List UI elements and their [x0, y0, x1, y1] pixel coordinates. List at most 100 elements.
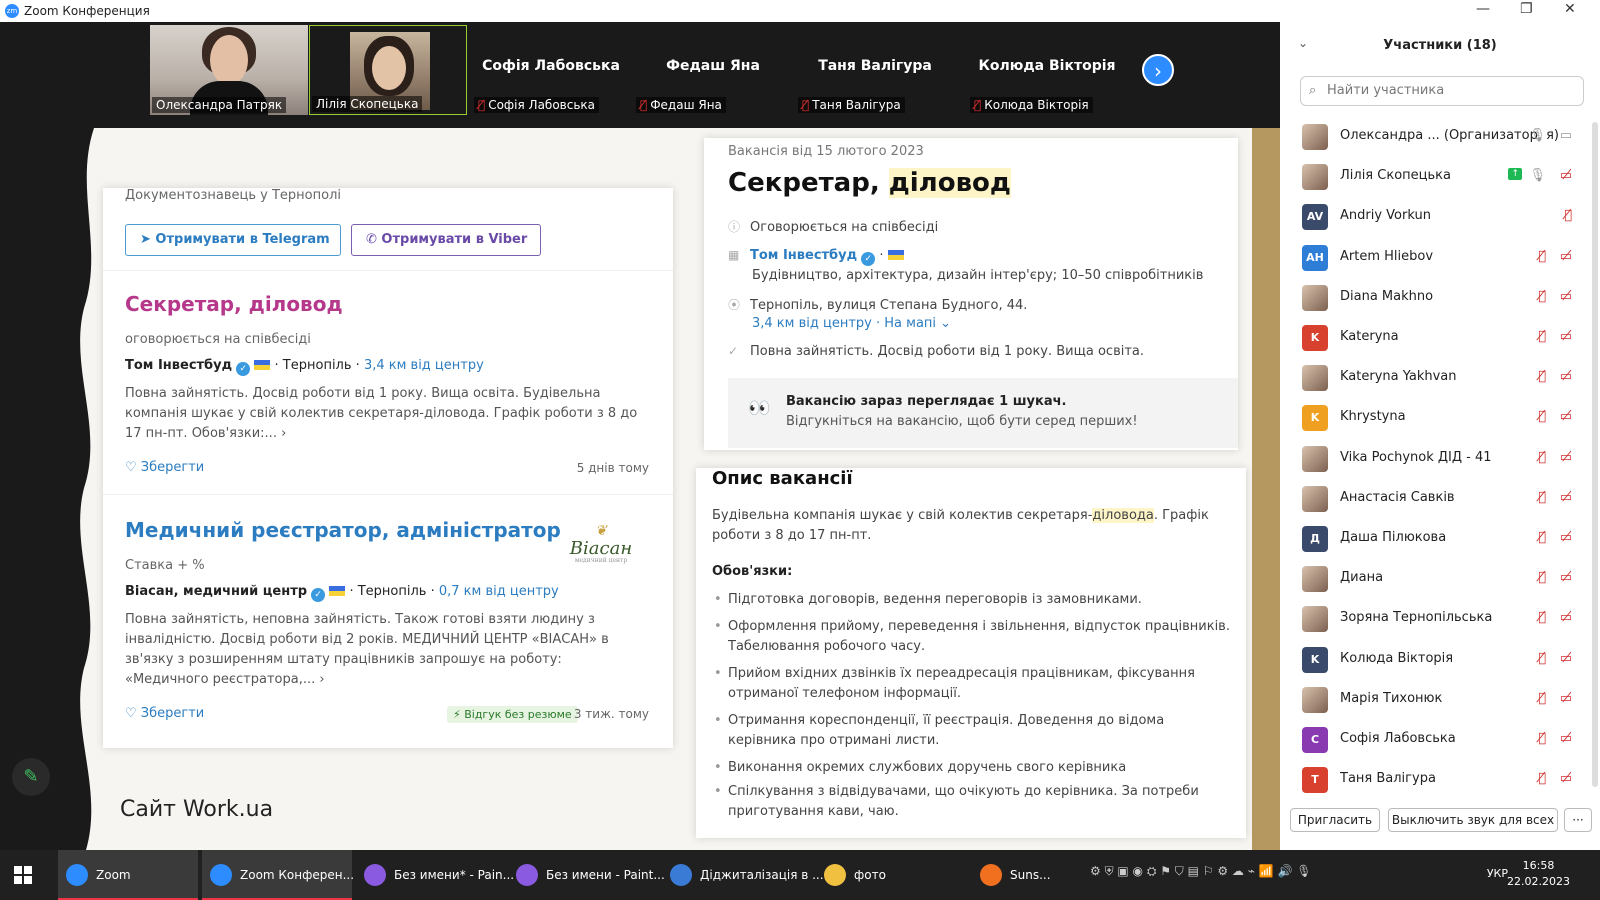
mic-off-icon[interactable]: 🎙̸ [1538, 570, 1546, 585]
participant-row[interactable]: K Kateryna ▭̸ 🎙̸ [1280, 317, 1600, 357]
participant-row[interactable]: C Софія Лабовська ▭̸ 🎙̸ [1280, 719, 1600, 759]
ua-flag-icon [887, 250, 904, 260]
mic-off-icon[interactable]: 🎙̸ [1538, 530, 1546, 545]
clock[interactable]: 16:58 22.02.2023 [1507, 858, 1570, 890]
participant-search-input[interactable]: ⌕ Найти участника [1300, 76, 1584, 106]
description-text: Будівельна компанія шукає у свій колекти… [712, 508, 1209, 543]
telegram-button[interactable]: ➤ Отримувати в Telegram [125, 224, 341, 256]
taskbar-app[interactable]: Без имени* - Pain... [356, 850, 514, 900]
camera-off-icon[interactable]: ▭̸ [1560, 731, 1572, 746]
participant-row[interactable]: AV Andriy Vorkun 🎙̸ [1280, 196, 1600, 236]
distance-row[interactable]: 3,4 км від центру · На мапі ⌄ [752, 316, 951, 331]
minimize-icon[interactable]: — [1476, 1, 1490, 17]
mic-off-icon[interactable]: 🎙̸ [1538, 771, 1546, 786]
mic-off-icon[interactable]: 🎙̸ [1538, 651, 1546, 666]
heart-icon: ♡ [125, 706, 141, 721]
participant-row[interactable]: Зоряна Тернопільська ▭̸ 🎙̸ [1280, 598, 1600, 638]
mic-off-icon[interactable]: 🎙̸ [1538, 329, 1546, 344]
participant-name: Таня Валігура [1340, 771, 1436, 787]
camera-off-icon[interactable]: ▭̸ [1560, 329, 1572, 344]
mic-off-icon[interactable]: 🎙̸ [1538, 731, 1546, 746]
camera-off-icon[interactable]: ▭̸ [1560, 691, 1572, 706]
mic-off-icon[interactable]: 🎙̸ [1538, 450, 1546, 465]
company-info: Будівництво, архітектура, дизайн інтер'є… [752, 268, 1204, 283]
participant-row[interactable]: Анастасія Савків ▭̸ 🎙̸ [1280, 478, 1600, 518]
participant-row[interactable]: Kateryna Yakhvan ▭̸ 🎙̸ [1280, 357, 1600, 397]
camera-off-icon[interactable]: ▭̸ [1560, 409, 1572, 424]
mic-off-icon[interactable]: 🎙̸ [1564, 208, 1572, 223]
video-tile[interactable]: Софія Лабовська 🎙̸ Софія Лабовська [472, 25, 630, 115]
windows-start-icon[interactable] [14, 866, 32, 884]
camera-icon[interactable]: ▭ [1560, 128, 1572, 143]
save-button[interactable]: ♡ Зберегти [125, 460, 204, 475]
participant-row[interactable]: Диана ▭̸ 🎙̸ [1280, 558, 1600, 598]
mute-all-button[interactable]: Выключить звук для всех [1388, 808, 1558, 832]
participant-row[interactable]: Марія Тихонюк ▭̸ 🎙̸ [1280, 679, 1600, 719]
taskbar-app[interactable]: Zoom Конферен... [202, 850, 354, 900]
video-tile-active[interactable]: Лілія Скопецька [309, 25, 467, 115]
tile-big-name: Софія Лабовська [482, 58, 620, 74]
annotate-pencil-button[interactable]: ✎ [12, 758, 50, 796]
vacancy-title: Секретар, діловод [728, 168, 1011, 198]
video-tile[interactable]: Таня Валігура 🎙̸ Таня Валігура [796, 25, 954, 115]
camera-off-icon[interactable]: ▭̸ [1560, 570, 1572, 585]
mic-off-icon[interactable]: 🎙̸ [1538, 490, 1546, 505]
mic-off-icon[interactable]: 🎙̸ [1538, 369, 1546, 384]
save-button[interactable]: ♡ Зберегти [125, 706, 204, 721]
participant-name: Зоряна Тернопільська [1340, 610, 1493, 626]
camera-off-icon[interactable]: ▭̸ [1560, 450, 1572, 465]
scrollbar[interactable] [1592, 122, 1598, 787]
video-tile[interactable]: Федаш Яна 🎙̸ Федаш Яна [634, 25, 792, 115]
job-salary: оговорюється на співбесіді [125, 332, 311, 347]
participant-row[interactable]: Diana Makhno ▭̸ 🎙̸ [1280, 277, 1600, 317]
tile-big-name: Федаш Яна [666, 58, 760, 74]
taskbar-app[interactable]: фото [816, 850, 966, 900]
close-icon[interactable]: ✕ [1564, 1, 1576, 17]
participant-row[interactable]: K Колюда Вікторія ▭̸ 🎙̸ [1280, 639, 1600, 679]
camera-off-icon[interactable]: ▭̸ [1560, 771, 1572, 786]
taskbar-app[interactable]: Без имени - Paint... [508, 850, 665, 900]
participant-row[interactable]: Олександра ... (Организатор, я) ▭ 🎙 [1280, 116, 1600, 156]
job-title-link[interactable]: Медичний реєстратор, адміністратор [125, 518, 561, 542]
camera-off-icon[interactable]: ▭̸ [1560, 651, 1572, 666]
list-item: Прийом вхідних дзвінків їх переадресація… [712, 664, 1232, 704]
mic-off-icon[interactable]: 🎙̸ [1538, 691, 1546, 706]
mic-icon[interactable]: 🎙 [1529, 168, 1546, 183]
viewers-notice: 👀 Вакансію зараз переглядає 1 шукач. Від… [728, 378, 1238, 448]
camera-off-icon[interactable]: ▭̸ [1560, 610, 1572, 625]
building-icon: ▦ [728, 248, 740, 262]
mic-off-icon[interactable]: 🎙̸ [1538, 610, 1546, 625]
mic-icon[interactable]: 🎙 [1529, 128, 1546, 143]
camera-off-icon[interactable]: ▭̸ [1560, 369, 1572, 384]
video-tile[interactable]: Олександра Патряк [150, 25, 308, 115]
avatar: C [1302, 727, 1328, 753]
restore-icon[interactable]: ❐ [1520, 1, 1533, 17]
participant-row[interactable]: Д Даша Пілюкова ▭̸ 🎙̸ [1280, 518, 1600, 558]
next-page-button[interactable]: › [1142, 54, 1174, 86]
camera-off-icon[interactable]: ▭̸ [1560, 490, 1572, 505]
camera-off-icon[interactable]: ▭̸ [1560, 289, 1572, 304]
video-tile[interactable]: Колюда Вікторія 🎙̸ Колюда Вікторія [968, 25, 1126, 115]
participant-row[interactable]: Лілія Скопецька ▭̸ 🎙 ↑ [1280, 156, 1600, 196]
app-icon [516, 864, 538, 886]
invite-button[interactable]: Пригласить [1290, 808, 1380, 832]
zoom-logo-icon: zm [5, 4, 19, 18]
taskbar-app[interactable]: Діджиталізація в ... [662, 850, 824, 900]
taskbar-app[interactable]: Zoom [58, 850, 198, 900]
camera-off-icon[interactable]: ▭̸ [1560, 530, 1572, 545]
participant-row[interactable]: AH Artem Hliebov ▭̸ 🎙̸ [1280, 237, 1600, 277]
taskbar-app[interactable]: Suns... [972, 850, 1052, 900]
mic-off-icon[interactable]: 🎙̸ [1538, 409, 1546, 424]
job-title-link[interactable]: Секретар, діловод [125, 292, 343, 316]
more-button[interactable]: ··· [1564, 808, 1592, 832]
language-indicator[interactable]: УКР [1487, 867, 1508, 880]
camera-off-icon[interactable]: ▭̸ [1560, 249, 1572, 264]
ua-flag-icon [254, 360, 271, 370]
camera-off-icon[interactable]: ▭̸ [1560, 168, 1572, 183]
mic-off-icon[interactable]: 🎙̸ [1538, 249, 1546, 264]
viber-button[interactable]: ✆ Отримувати в Viber [351, 224, 541, 256]
participant-row[interactable]: K Khrystyna ▭̸ 🎙̸ [1280, 397, 1600, 437]
participant-row[interactable]: Vika Pochynok ДІД - 41 ▭̸ 🎙̸ [1280, 438, 1600, 478]
participant-row[interactable]: T Таня Валігура ▭̸ 🎙̸ [1280, 759, 1600, 799]
mic-off-icon[interactable]: 🎙̸ [1538, 289, 1546, 304]
